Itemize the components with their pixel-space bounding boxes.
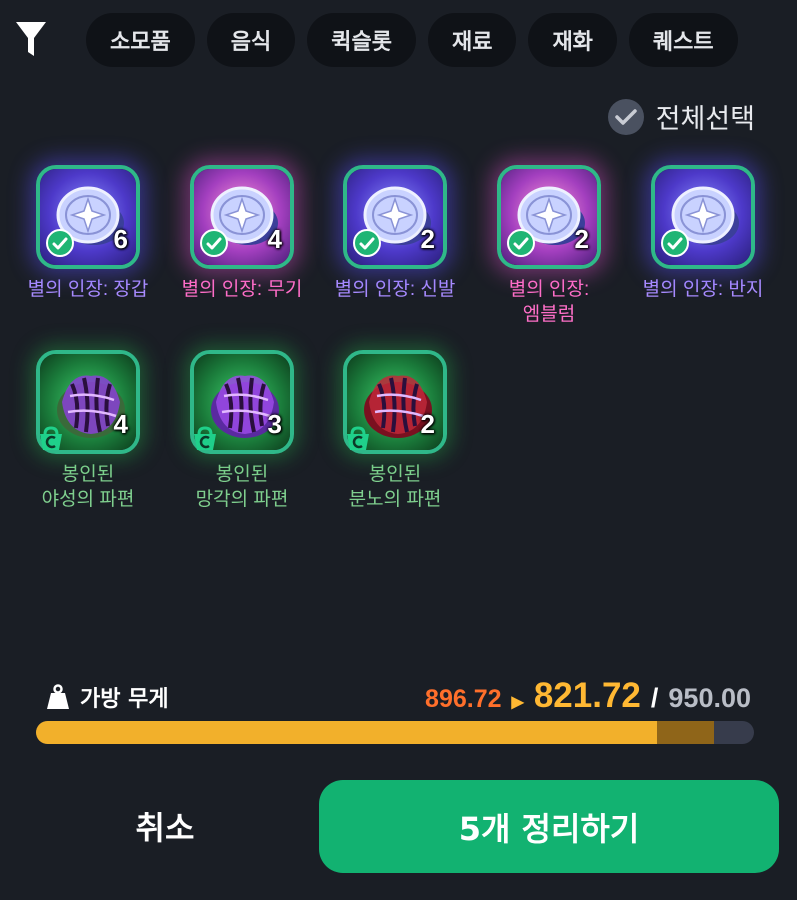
tab-quest[interactable]: 퀘스트 <box>628 13 738 67</box>
tab-quickslot[interactable]: 퀵슬롯 <box>307 13 416 67</box>
item-slot[interactable]: 4 <box>190 165 294 269</box>
filter-icon[interactable] <box>14 20 48 60</box>
weight-bar <box>36 721 754 744</box>
item-slot[interactable]: 4 <box>36 350 140 454</box>
item-slot[interactable] <box>651 165 755 269</box>
item-count: 4 <box>267 224 282 254</box>
item-name: 별의 인장: 신발 <box>334 279 456 300</box>
inventory-item[interactable]: 2 별의 인장: 엠블럼 <box>472 165 626 327</box>
selected-check-icon <box>507 229 535 257</box>
arrow-right-icon: ▶ <box>511 694 524 711</box>
item-slot[interactable]: 6 <box>36 165 140 269</box>
weight-before: 896.72 <box>425 685 502 713</box>
bag-weight-label: 가방 무게 <box>46 681 169 713</box>
inventory-item[interactable]: 4 별의 인장: 무기 <box>165 165 319 302</box>
item-slot[interactable]: 2 <box>497 165 601 269</box>
item-slot[interactable]: 2 <box>343 165 447 269</box>
weight-bar-removed-fill <box>657 721 714 744</box>
item-slot[interactable]: 2 <box>343 350 447 454</box>
selected-check-icon <box>353 229 381 257</box>
weight-separator: / <box>650 683 659 713</box>
weight-after: 821.72 <box>533 676 641 715</box>
inventory-item[interactable]: 3 봉인된 망각의 파편 <box>165 350 319 512</box>
check-icon <box>607 98 644 135</box>
item-count: 2 <box>420 409 435 439</box>
item-name: 별의 인장: 반지 <box>642 279 764 300</box>
selected-check-icon <box>46 229 74 257</box>
weight-icon <box>47 684 69 709</box>
item-count: 4 <box>113 409 128 439</box>
item-name: 봉인된 야성의 파편 <box>41 464 135 510</box>
item-slot[interactable]: 3 <box>190 350 294 454</box>
item-count: 6 <box>113 224 128 254</box>
inventory-item[interactable]: 2 별의 인장: 신발 <box>318 165 472 302</box>
weight-bar-after-fill <box>36 721 658 744</box>
category-tabs: 소모품 음식 퀵슬롯 재료 재화 퀘스트 <box>86 13 738 67</box>
item-count: 3 <box>267 409 282 439</box>
selected-check-icon <box>200 229 228 257</box>
item-count: 2 <box>574 224 589 254</box>
shop-bag-icon <box>194 426 216 450</box>
item-name: 별의 인장: 장갑 <box>27 279 149 300</box>
item-name: 별의 인장: 엠블럼 <box>508 279 590 325</box>
shop-bag-icon <box>347 426 369 450</box>
inventory-item[interactable]: 별의 인장: 반지 <box>626 165 780 302</box>
weight-max: 950.00 <box>668 683 751 713</box>
tab-food[interactable]: 음식 <box>206 13 296 67</box>
item-count: 2 <box>420 224 435 254</box>
inventory-item[interactable]: 6 별의 인장: 장갑 <box>11 165 165 302</box>
organize-button[interactable]: 5개 정리하기 <box>319 780 779 873</box>
tab-materials[interactable]: 재료 <box>427 13 517 67</box>
tab-consumables[interactable]: 소모품 <box>86 13 195 67</box>
inventory-item[interactable]: 4 봉인된 야성의 파편 <box>11 350 165 512</box>
weight-values: 896.72 ▶ 821.72 / 950.00 <box>425 676 751 716</box>
bag-weight-text: 가방 무게 <box>80 687 169 712</box>
selected-check-icon <box>661 229 689 257</box>
item-name: 봉인된 분노의 파편 <box>348 464 442 510</box>
item-name: 별의 인장: 무기 <box>181 279 303 300</box>
shop-bag-icon <box>40 426 62 450</box>
select-all-toggle[interactable]: 전체선택 <box>607 97 755 136</box>
select-all-label: 전체선택 <box>655 104 755 135</box>
item-name: 봉인된 망각의 파편 <box>195 464 289 510</box>
cancel-button[interactable]: 취소 <box>70 780 260 872</box>
inventory-item[interactable]: 2 봉인된 분노의 파편 <box>318 350 472 512</box>
tab-currency[interactable]: 재화 <box>528 13 617 67</box>
